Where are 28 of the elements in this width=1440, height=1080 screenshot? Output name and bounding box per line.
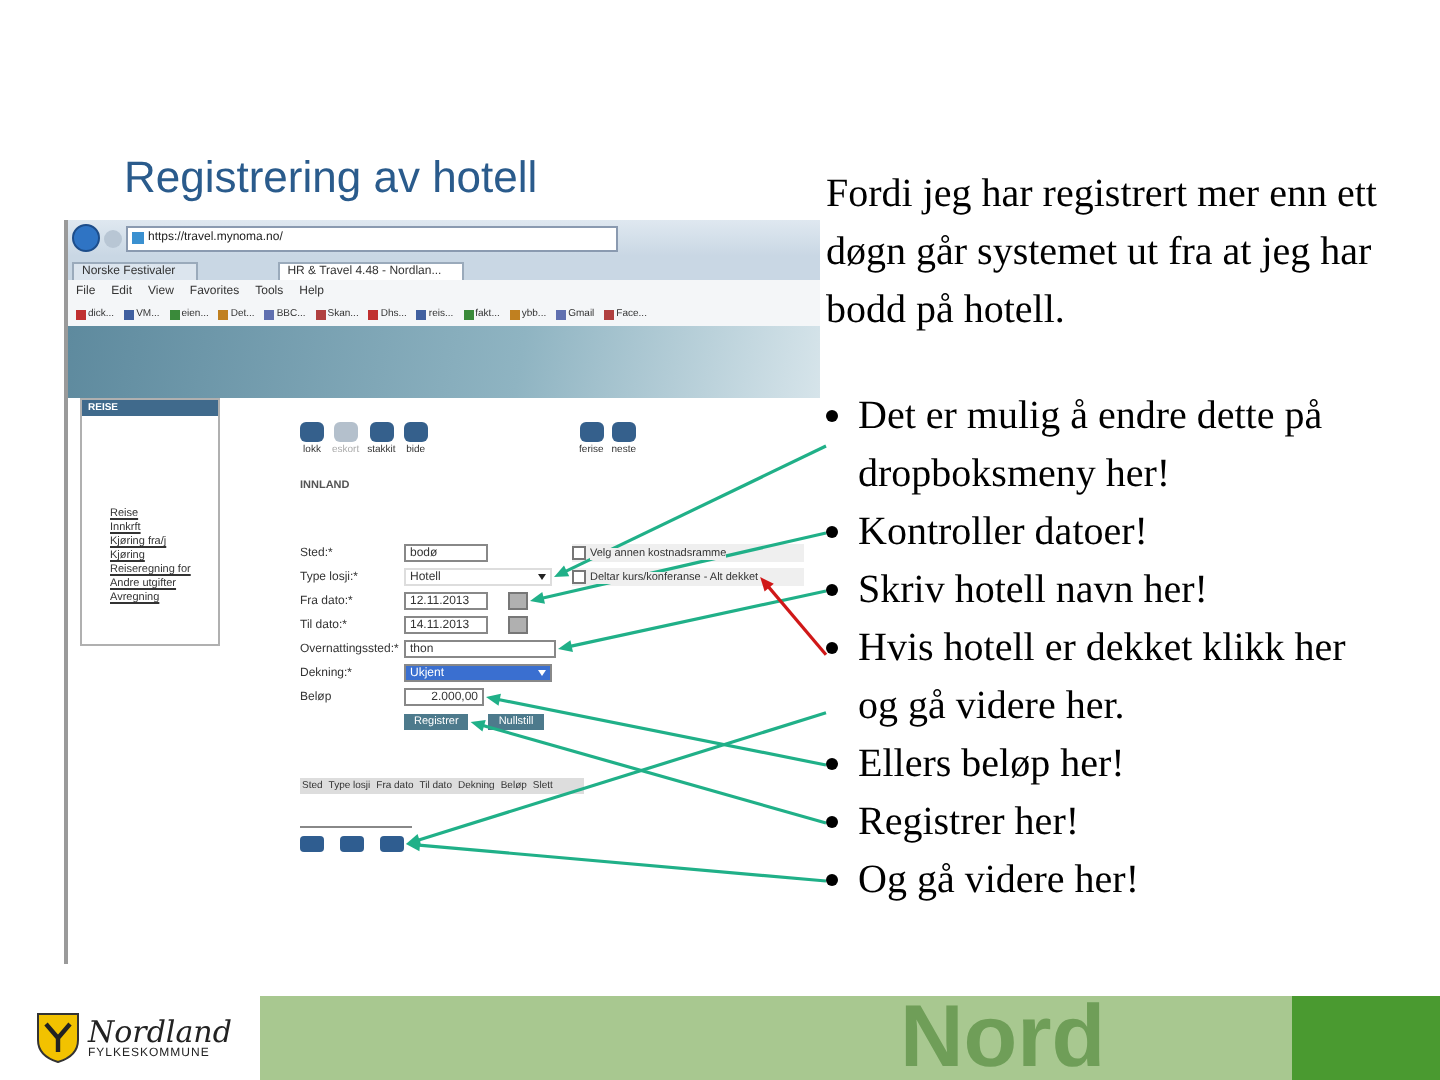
logo-name: Nordland (88, 1016, 232, 1048)
bullet-text: Hvis hotell er dekket klikk her og gå videre her. (858, 624, 1348, 732)
checkbox[interactable] (572, 570, 586, 584)
bullet-text: Det er mulig å endre dette på dropboksmeny her! (858, 392, 1325, 500)
bullet-icon (826, 584, 838, 596)
window-icon[interactable] (300, 836, 324, 852)
link-icon[interactable] (340, 836, 364, 852)
slide-title: Registrering av hotell (124, 152, 540, 206)
bullet-icon (826, 816, 838, 828)
checkbox[interactable] (572, 546, 586, 560)
bullet-icon (826, 758, 838, 770)
bullet-text: Og gå videre her! (858, 856, 1141, 906)
bullet-icon (826, 874, 838, 886)
bullet-text: Ellers beløp her! (858, 740, 1127, 790)
page-icon (132, 232, 144, 244)
back-button[interactable] (72, 224, 100, 252)
link-icon[interactable] (380, 836, 404, 852)
footer-backdrop-text: Nord (900, 996, 1106, 1080)
bullet-icon (826, 410, 838, 422)
intro-text: Fordi jeg har registrert mer enn ett døgn går systemet ut fra at jeg har bodd på hotell. (826, 170, 1379, 336)
dropdown-arrow-icon (538, 670, 546, 676)
bullet-text: Kontroller datoer! (858, 508, 1150, 558)
shield-icon (36, 1012, 80, 1064)
bullet-text: Skriv hotell navn her! (858, 566, 1210, 616)
bullet-icon (826, 526, 838, 538)
dropdown-arrow-icon (538, 574, 546, 580)
bullet-text: Registrer her! (858, 798, 1082, 848)
bullet-icon (826, 642, 838, 654)
